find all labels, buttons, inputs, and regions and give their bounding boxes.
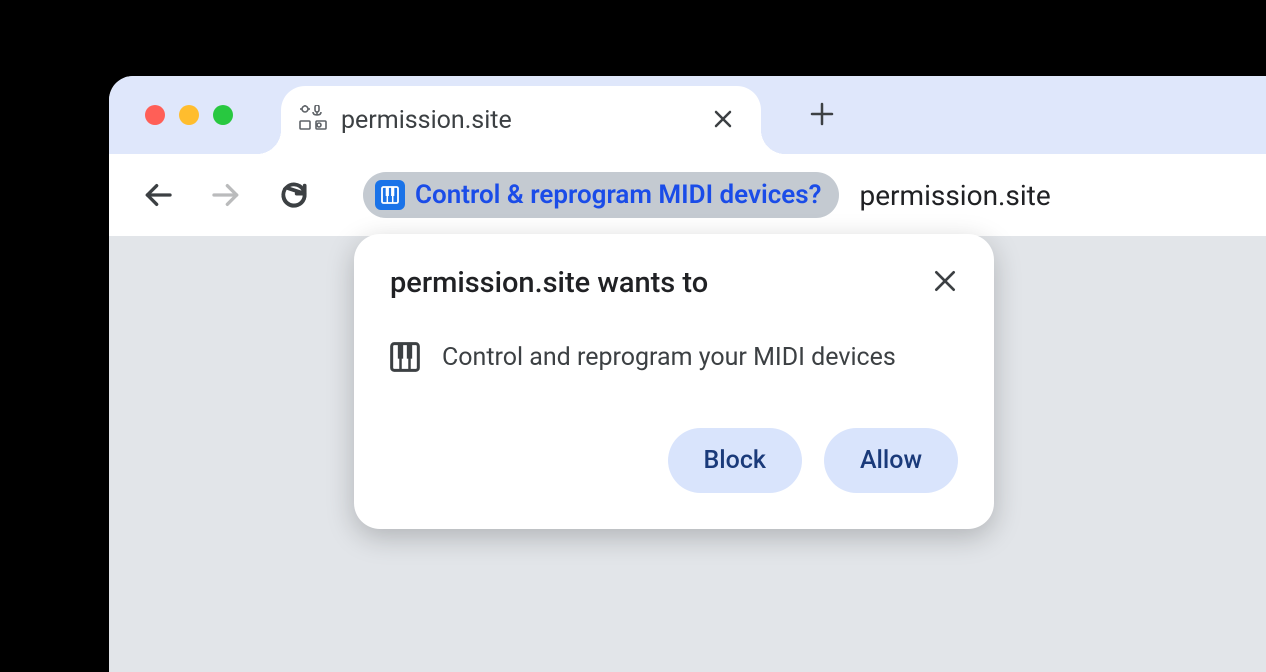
allow-button[interactable]: Allow: [824, 428, 958, 493]
piano-icon: [390, 342, 420, 372]
toolbar: Control & reprogram MIDI devices? permis…: [109, 154, 1266, 236]
dialog-close-button[interactable]: [932, 268, 958, 298]
tab-strip: permission.site: [109, 76, 1266, 154]
close-window-button[interactable]: [145, 105, 165, 125]
browser-tab[interactable]: permission.site: [281, 86, 761, 154]
url-text: permission.site: [859, 179, 1050, 212]
minimize-window-button[interactable]: [179, 105, 199, 125]
permission-dialog: permission.site wants to Control and rep…: [354, 234, 994, 529]
back-button[interactable]: [139, 176, 177, 214]
dialog-body-text: Control and reprogram your MIDI devices: [442, 343, 896, 372]
browser-window: permission.site: [109, 76, 1266, 672]
window-controls: [145, 105, 233, 125]
dialog-title: permission.site wants to: [390, 266, 708, 300]
maximize-window-button[interactable]: [213, 105, 233, 125]
tab-title: permission.site: [341, 106, 695, 135]
address-bar[interactable]: Control & reprogram MIDI devices? permis…: [363, 172, 1051, 218]
permission-chip-text: Control & reprogram MIDI devices?: [415, 180, 821, 210]
block-button[interactable]: Block: [668, 428, 802, 493]
close-tab-button[interactable]: [709, 105, 737, 135]
forward-button[interactable]: [207, 176, 245, 214]
permission-chip[interactable]: Control & reprogram MIDI devices?: [363, 172, 839, 218]
reload-button[interactable]: [275, 176, 313, 214]
tab-favicon-permissions-icon: [299, 105, 327, 131]
new-tab-button[interactable]: [809, 94, 835, 136]
piano-icon: [375, 180, 405, 210]
